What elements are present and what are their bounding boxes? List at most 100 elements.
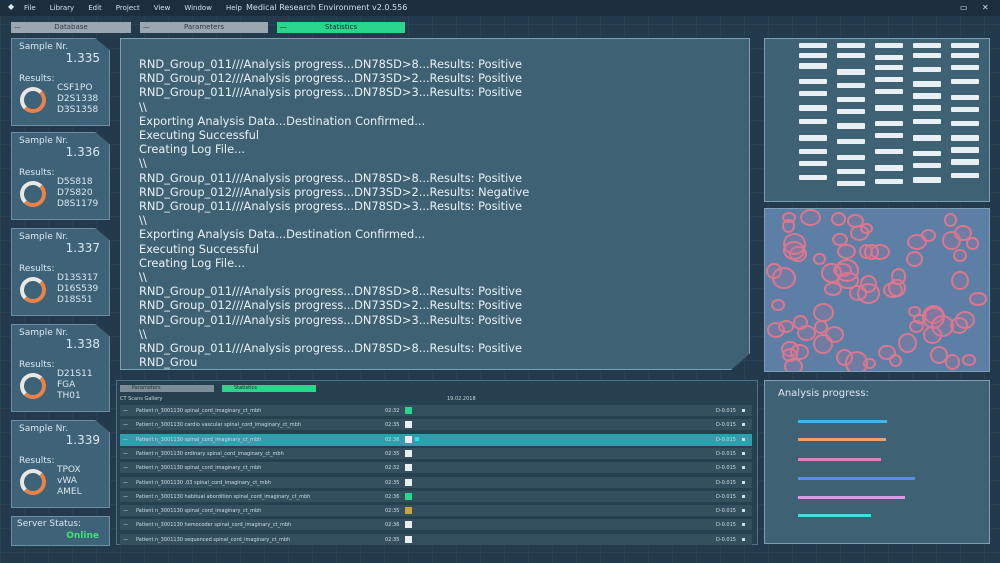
cell-shape bbox=[792, 315, 808, 330]
minimize-icon[interactable]: ▭ bbox=[960, 3, 968, 12]
app-logo-icon: ◆ bbox=[8, 2, 15, 11]
analysis-console: RND_Group_011///Analysis progress...DN78… bbox=[120, 38, 750, 370]
sample-card[interactable]: Sample Nr. 1.335 Results: CSF1PO D2S1338 D3S1… bbox=[11, 38, 110, 126]
progress-bar bbox=[798, 458, 881, 461]
gallery-label: CT Scans Gallery bbox=[120, 396, 163, 402]
gel-band bbox=[951, 95, 979, 100]
table-row[interactable]: — Patient n_3001130 .03 spinal_cord_imagi… bbox=[120, 476, 752, 488]
results-label: Results: bbox=[19, 360, 55, 370]
status-square-icon bbox=[405, 478, 412, 486]
sample-number: 1.337 bbox=[65, 241, 100, 255]
table-row[interactable]: — Patient n_3001130 ordinary spinal_cord_… bbox=[120, 447, 752, 459]
cell-shape bbox=[772, 267, 796, 290]
cell-shape bbox=[782, 219, 796, 233]
row-time: 02:32 bbox=[385, 408, 400, 414]
gel-band bbox=[875, 105, 903, 111]
cell-shape bbox=[954, 224, 972, 242]
row-name: Patient n_3001130 .03 spinal_cord_imagin… bbox=[136, 479, 271, 486]
selected-marker-icon bbox=[415, 436, 419, 441]
row-handle-icon: — bbox=[123, 408, 128, 414]
progress-bar bbox=[798, 420, 887, 423]
gel-band bbox=[913, 135, 941, 141]
menu-item-window[interactable]: Window bbox=[184, 4, 212, 12]
gel-band bbox=[799, 53, 827, 58]
table-row[interactable]: — Patient n_3001130 cardio vascular spina… bbox=[120, 419, 752, 431]
results-label: Results: bbox=[19, 74, 55, 84]
gel-band bbox=[837, 123, 865, 129]
row-code: D-0.015 bbox=[716, 450, 736, 457]
menu-item-view[interactable]: View bbox=[154, 4, 171, 12]
table-row[interactable]: — Patient n_3001130 spinal_cord_imaginary… bbox=[120, 433, 752, 446]
console-line: Executing Successful bbox=[139, 241, 260, 256]
result-code: D5S818 bbox=[57, 177, 93, 187]
progress-ring-icon bbox=[20, 277, 46, 303]
row-name: Patient n_3001130 spinal_cord_imaginary_… bbox=[136, 436, 262, 443]
table-row[interactable]: — Patient n_3001130 habitual abordition s… bbox=[120, 490, 752, 502]
menu-item-library[interactable]: Library bbox=[50, 4, 74, 12]
menu-item-project[interactable]: Project bbox=[116, 4, 140, 12]
table-row[interactable]: — Patient n_3001130 spinal_cord_imaginary… bbox=[120, 405, 752, 416]
sample-card[interactable]: Sample Nr. 1.337 Results: D13S317 D16S539 D18… bbox=[11, 228, 110, 316]
gel-band bbox=[837, 155, 865, 160]
table-row[interactable]: — Patient n_3001130 spinal_cord_imaginary… bbox=[120, 505, 752, 517]
gel-band bbox=[875, 89, 903, 94]
cell-shape bbox=[771, 299, 786, 312]
cell-shape bbox=[813, 253, 827, 265]
progress-ring-icon bbox=[20, 469, 46, 495]
cell-shape bbox=[888, 353, 903, 368]
gel-band bbox=[799, 43, 827, 48]
gel-band bbox=[951, 159, 979, 165]
row-time: 02:35 bbox=[385, 536, 400, 543]
gel-band bbox=[875, 77, 903, 82]
menu-item-file[interactable]: File bbox=[24, 4, 36, 12]
row-handle-icon: — bbox=[123, 479, 128, 486]
console-line: RND_Group_011///Analysis progress...DN78… bbox=[139, 341, 523, 356]
cell-shape bbox=[813, 333, 834, 355]
row-time: 02:32 bbox=[385, 465, 400, 472]
close-icon[interactable]: ✕ bbox=[982, 3, 989, 12]
sample-number: 1.336 bbox=[65, 145, 100, 159]
tab-database[interactable]: — Database bbox=[11, 22, 131, 33]
table-row[interactable]: — Patient n_3001130 spinal_cord_imaginary… bbox=[120, 462, 752, 474]
sample-label: Sample Nr. bbox=[19, 424, 69, 434]
cell-shape bbox=[835, 259, 859, 282]
row-time: 02:35 bbox=[385, 450, 400, 457]
status-square-icon bbox=[405, 421, 412, 429]
gel-band bbox=[799, 91, 827, 96]
table-row[interactable]: — Patient n_3001130 sequenced spinal_cord… bbox=[120, 533, 752, 545]
cell-shape bbox=[790, 343, 809, 361]
result-code: D7S820 bbox=[57, 188, 93, 198]
result-codes: D21S11 FGA TH01 bbox=[57, 369, 93, 402]
row-time: 02:36 bbox=[385, 493, 400, 500]
sample-card[interactable]: Sample Nr. 1.338 Results: D21S11 FGA TH01 bbox=[11, 324, 110, 412]
row-handle-icon: — bbox=[123, 450, 128, 457]
result-code: D3S1358 bbox=[57, 105, 99, 115]
result-code: D16S539 bbox=[57, 284, 99, 294]
gel-band bbox=[837, 109, 865, 114]
console-line: RND_Group_011///Analysis progress...DN78… bbox=[139, 85, 523, 100]
gel-band bbox=[951, 147, 979, 153]
gel-electrophoresis-panel bbox=[764, 38, 990, 202]
sample-label: Sample Nr. bbox=[19, 328, 69, 338]
sample-card[interactable]: Sample Nr. 1.336 Results: D5S818 D7S820 D8S11… bbox=[11, 132, 110, 220]
row-code: D-0.015 bbox=[716, 465, 736, 472]
subtab-parameters[interactable]: Parameters bbox=[120, 385, 214, 392]
menu-item-help[interactable]: Help bbox=[226, 4, 242, 12]
status-square-icon bbox=[405, 407, 412, 414]
result-codes: D5S818 D7S820 D8S1179 bbox=[57, 177, 98, 210]
row-code: D-0.015 bbox=[716, 408, 736, 414]
menu-item-edit[interactable]: Edit bbox=[88, 4, 102, 12]
table-row[interactable]: — Patient n_3001130 hemocoder spinal_cord… bbox=[120, 519, 752, 531]
gel-band bbox=[913, 151, 941, 156]
status-square-icon bbox=[405, 535, 412, 543]
row-name: Patient n_3001130 cardio vascular spinal… bbox=[136, 422, 301, 429]
console-line: RND_Group_011///Analysis progress...DN78… bbox=[139, 199, 523, 214]
subtab-statistics[interactable]: Statistics bbox=[222, 385, 316, 392]
result-code: CSF1PO bbox=[57, 83, 93, 93]
tab-statistics[interactable]: — Statistics bbox=[277, 22, 405, 33]
row-handle-icon: — bbox=[123, 522, 128, 529]
tab-parameters[interactable]: — Parameters bbox=[140, 22, 268, 33]
cell-shape bbox=[832, 232, 848, 247]
progress-ring-icon bbox=[20, 181, 46, 207]
sample-card[interactable]: Sample Nr. 1.339 Results: TPOX vWA AMEL bbox=[11, 420, 110, 508]
